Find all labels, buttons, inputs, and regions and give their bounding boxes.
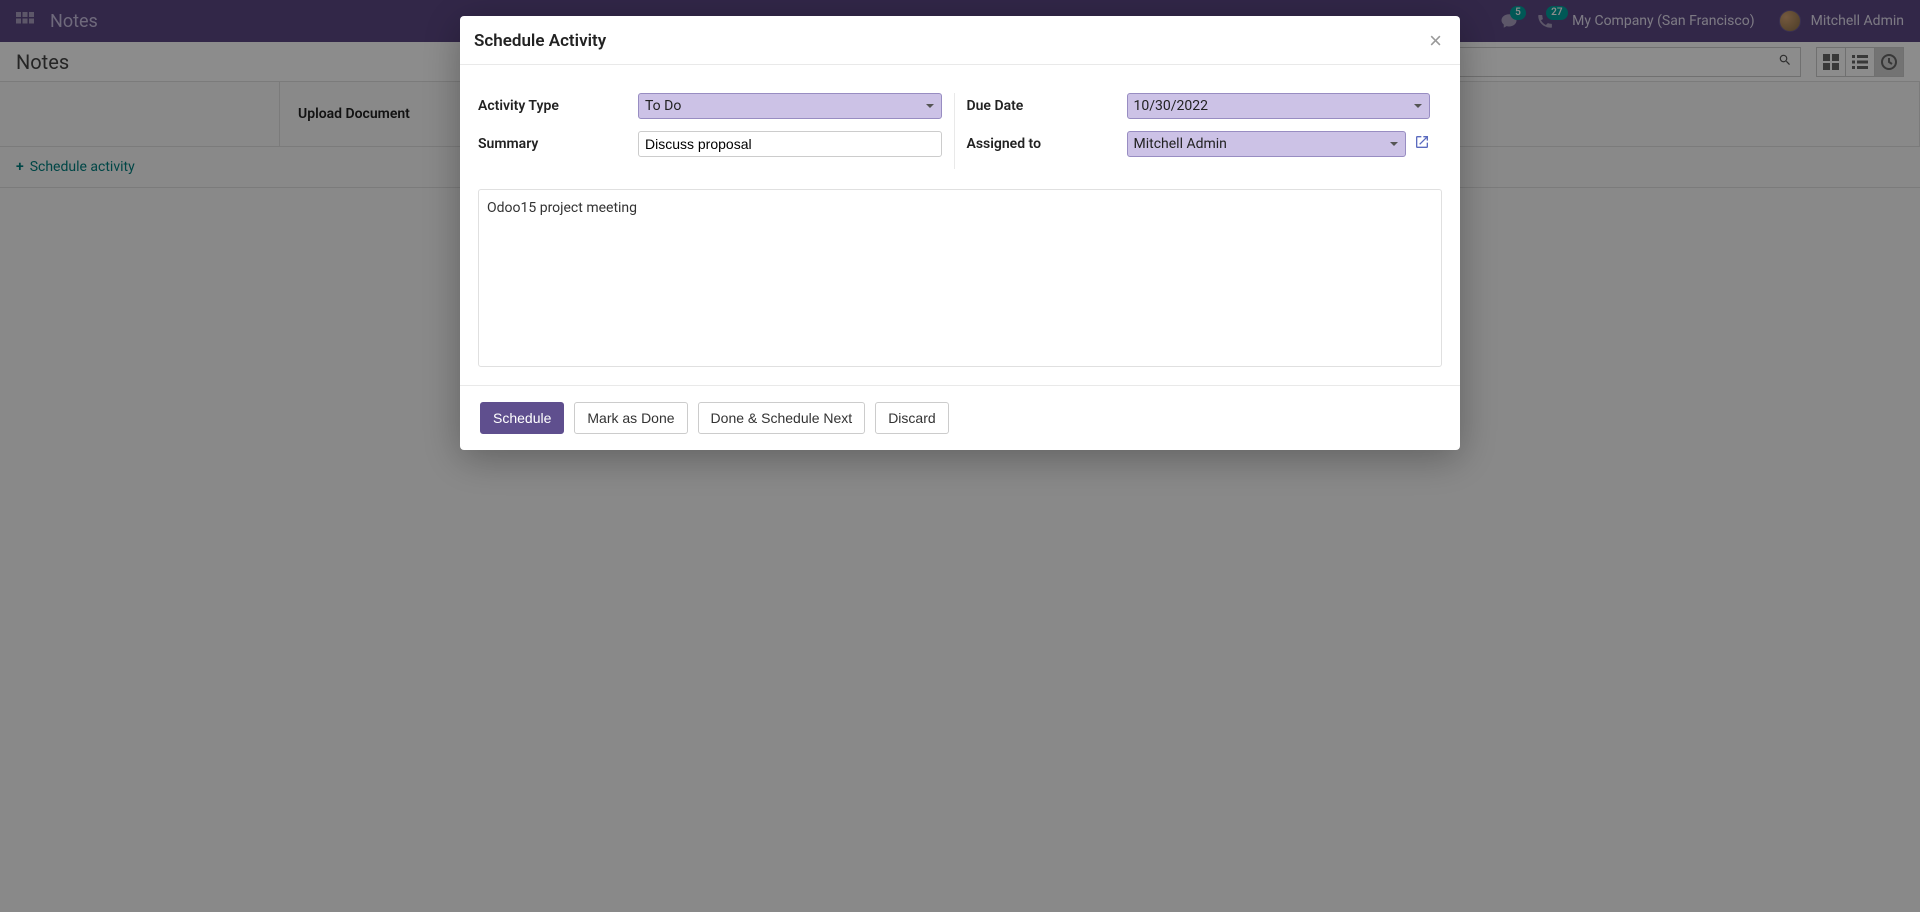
external-link-icon[interactable]: [1414, 134, 1430, 154]
chevron-down-icon: [1411, 99, 1425, 113]
due-date-input[interactable]: 10/30/2022: [1127, 93, 1431, 119]
schedule-button[interactable]: Schedule: [480, 402, 564, 434]
activity-type-select[interactable]: To Do: [638, 93, 942, 119]
notes-textarea[interactable]: Odoo15 project meeting: [478, 189, 1442, 367]
assigned-to-select[interactable]: Mitchell Admin: [1127, 131, 1407, 157]
modal-overlay[interactable]: Schedule Activity × Activity Type To Do: [0, 0, 1920, 912]
chevron-down-icon: [1387, 137, 1401, 151]
summary-label: Summary: [478, 136, 638, 152]
summary-input[interactable]: [638, 131, 942, 157]
done-schedule-next-button[interactable]: Done & Schedule Next: [698, 402, 866, 434]
activity-type-value: To Do: [645, 98, 681, 114]
modal-title: Schedule Activity: [474, 31, 606, 51]
close-button[interactable]: ×: [1429, 30, 1442, 52]
assigned-to-label: Assigned to: [967, 136, 1127, 152]
assigned-to-value: Mitchell Admin: [1134, 136, 1227, 152]
chevron-down-icon: [923, 99, 937, 113]
discard-button[interactable]: Discard: [875, 402, 948, 434]
due-date-value: 10/30/2022: [1134, 98, 1209, 114]
mark-done-button[interactable]: Mark as Done: [574, 402, 687, 434]
notes-content: Odoo15 project meeting: [487, 200, 637, 216]
schedule-activity-modal: Schedule Activity × Activity Type To Do: [460, 16, 1460, 450]
due-date-label: Due Date: [967, 98, 1127, 114]
activity-type-label: Activity Type: [478, 98, 638, 114]
